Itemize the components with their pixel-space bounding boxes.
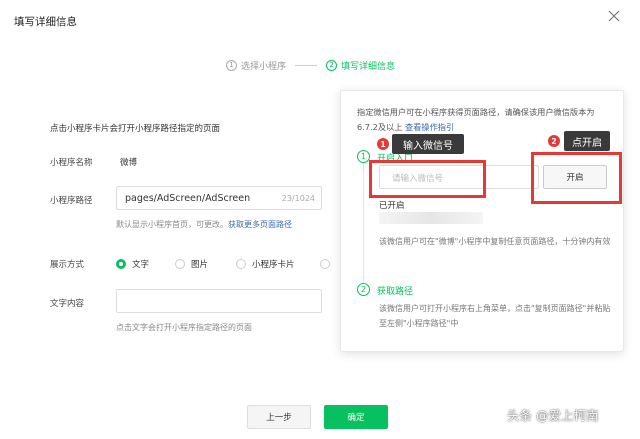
annotation-frame-wechat-input	[369, 160, 486, 198]
annotation-badge-2: 2	[548, 135, 560, 147]
previous-step-button[interactable]: 上一步	[247, 405, 311, 429]
mini-program-path-label: 小程序路径	[50, 196, 93, 206]
get-more-paths-link[interactable]: 获取更多页面路径	[228, 220, 292, 229]
display-mode-label: 展示方式	[50, 260, 85, 270]
path-input-value: pages/AdScreen/AdScreen	[125, 193, 251, 204]
popover-intro-text: 指定微信用户可在小程序获得页面路径，请确保该用户微信版本为6.7.2及以上	[357, 107, 595, 132]
step-2-label: 填写详细信息	[341, 61, 396, 72]
display-card-label: 小程序卡片	[252, 260, 295, 270]
path-guide-popover: 指定微信用户可在小程序获得页面路径，请确保该用户微信版本为6.7.2及以上 查看…	[340, 90, 624, 352]
annotation-tip-click-open: 点开启	[564, 131, 610, 151]
dialog-title: 填写详细信息	[14, 16, 77, 28]
text-content-hint: 点击文字会打开小程序指定路径的页面	[116, 323, 252, 332]
section-1-note: 该微信用户可在"微博"小程序中复制任意页面路径，十分钟内有效	[379, 237, 611, 246]
text-content-input[interactable]	[116, 289, 322, 313]
confirm-button[interactable]: 确定	[324, 405, 388, 429]
section-connector-line	[363, 163, 364, 283]
step-indicator: 1 选择小程序 2 填写详细信息	[226, 58, 395, 72]
annotation-badge-1: 1	[377, 138, 389, 150]
watermark: 头条 @爱上柯南	[507, 408, 599, 423]
annotation-frame-open-button	[531, 152, 622, 204]
opened-user-blurred	[379, 212, 483, 224]
display-image-radio[interactable]	[175, 259, 185, 269]
annotation-tip-enter-wechat-id: 输入微信号	[392, 134, 464, 154]
mini-program-name-value: 微博	[120, 158, 138, 168]
mini-program-name-label: 小程序名称	[50, 158, 93, 168]
display-text-radio[interactable]	[116, 259, 126, 269]
view-guide-link[interactable]: 查看操作指引	[405, 122, 454, 132]
path-char-count: 23/1024	[281, 194, 315, 203]
text-content-label: 文字内容	[50, 299, 85, 309]
step-2: 2 填写详细信息	[326, 59, 395, 72]
display-image-label: 图片	[191, 260, 209, 270]
display-extra-radio[interactable]	[320, 259, 330, 269]
step-1-number: 1	[226, 59, 237, 71]
close-icon[interactable]	[604, 6, 624, 26]
path-hint: 默认显示小程序首页，可更改。获取更多页面路径	[116, 219, 292, 230]
mini-program-path-input[interactable]: pages/AdScreen/AdScreen 23/1024	[116, 186, 322, 210]
path-hint-text: 默认显示小程序首页，可更改。	[116, 220, 228, 229]
step-divider	[295, 64, 318, 66]
section-2-title: 获取路径	[377, 287, 414, 297]
form-description: 点击小程序卡片会打开小程序路径指定的页面	[50, 124, 221, 134]
section-2-note: 该微信用户可打开小程序右上角菜单，点击"复制页面路径"并粘贴至左侧"小程序路径"…	[379, 304, 611, 328]
step-2-number: 2	[326, 59, 338, 71]
step-1-label: 选择小程序	[241, 61, 287, 72]
step-1: 1 选择小程序	[226, 59, 286, 72]
display-card-radio[interactable]	[236, 259, 246, 269]
opened-label: 已开启	[379, 201, 405, 211]
display-text-label: 文字	[132, 260, 150, 270]
section-2-number: 2	[357, 283, 370, 296]
